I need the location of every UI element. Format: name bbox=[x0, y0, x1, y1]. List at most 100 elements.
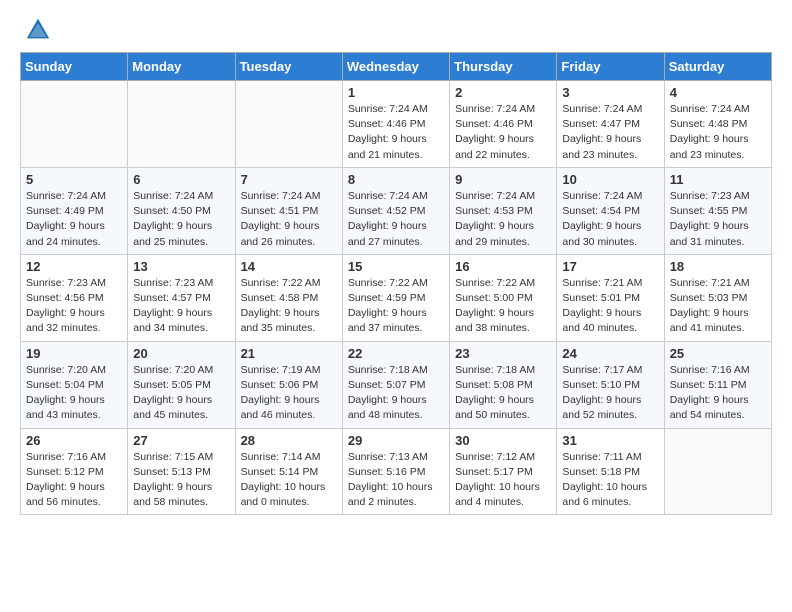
day-info: Sunrise: 7:24 AM Sunset: 4:54 PM Dayligh… bbox=[562, 189, 658, 250]
day-cell: 25Sunrise: 7:16 AM Sunset: 5:11 PM Dayli… bbox=[664, 341, 771, 428]
day-number: 18 bbox=[670, 259, 766, 274]
day-info: Sunrise: 7:23 AM Sunset: 4:57 PM Dayligh… bbox=[133, 276, 229, 337]
day-number: 4 bbox=[670, 85, 766, 100]
day-info: Sunrise: 7:18 AM Sunset: 5:08 PM Dayligh… bbox=[455, 363, 551, 424]
day-info: Sunrise: 7:17 AM Sunset: 5:10 PM Dayligh… bbox=[562, 363, 658, 424]
day-info: Sunrise: 7:18 AM Sunset: 5:07 PM Dayligh… bbox=[348, 363, 444, 424]
logo-icon bbox=[24, 16, 52, 44]
day-info: Sunrise: 7:13 AM Sunset: 5:16 PM Dayligh… bbox=[348, 450, 444, 511]
day-number: 1 bbox=[348, 85, 444, 100]
day-cell: 10 Sunrise: 7:24 AM Sunset: 4:54 PM Dayli… bbox=[557, 167, 664, 254]
day-cell: 22Sunrise: 7:18 AM Sunset: 5:07 PM Dayli… bbox=[342, 341, 449, 428]
day-cell: 11 Sunrise: 7:23 AM Sunset: 4:55 PM Dayli… bbox=[664, 167, 771, 254]
page-container: SundayMondayTuesdayWednesdayThursdayFrid… bbox=[0, 0, 792, 525]
day-cell bbox=[664, 428, 771, 515]
day-cell bbox=[21, 81, 128, 168]
day-number: 30 bbox=[455, 433, 551, 448]
day-number: 28 bbox=[241, 433, 337, 448]
day-cell: 1 Sunrise: 7:24 AM Sunset: 4:46 PM Daylig… bbox=[342, 81, 449, 168]
day-cell: 27Sunrise: 7:15 AM Sunset: 5:13 PM Dayli… bbox=[128, 428, 235, 515]
day-cell: 8 Sunrise: 7:24 AM Sunset: 4:52 PM Daylig… bbox=[342, 167, 449, 254]
day-info: Sunrise: 7:22 AM Sunset: 4:59 PM Dayligh… bbox=[348, 276, 444, 337]
day-number: 27 bbox=[133, 433, 229, 448]
day-cell: 9 Sunrise: 7:24 AM Sunset: 4:53 PM Daylig… bbox=[450, 167, 557, 254]
day-info: Sunrise: 7:12 AM Sunset: 5:17 PM Dayligh… bbox=[455, 450, 551, 511]
weekday-sunday: Sunday bbox=[21, 53, 128, 81]
day-number: 20 bbox=[133, 346, 229, 361]
day-number: 9 bbox=[455, 172, 551, 187]
day-number: 21 bbox=[241, 346, 337, 361]
header bbox=[20, 16, 772, 44]
day-number: 2 bbox=[455, 85, 551, 100]
weekday-wednesday: Wednesday bbox=[342, 53, 449, 81]
day-cell: 3 Sunrise: 7:24 AM Sunset: 4:47 PM Daylig… bbox=[557, 81, 664, 168]
week-row-1: 1 Sunrise: 7:24 AM Sunset: 4:46 PM Daylig… bbox=[21, 81, 772, 168]
day-info: Sunrise: 7:22 AM Sunset: 4:58 PM Dayligh… bbox=[241, 276, 337, 337]
day-number: 11 bbox=[670, 172, 766, 187]
day-info: Sunrise: 7:20 AM Sunset: 5:04 PM Dayligh… bbox=[26, 363, 122, 424]
day-number: 17 bbox=[562, 259, 658, 274]
day-cell: 14 Sunrise: 7:22 AM Sunset: 4:58 PM Dayli… bbox=[235, 254, 342, 341]
day-info: Sunrise: 7:24 AM Sunset: 4:46 PM Dayligh… bbox=[455, 102, 551, 163]
day-cell: 24Sunrise: 7:17 AM Sunset: 5:10 PM Dayli… bbox=[557, 341, 664, 428]
day-cell: 13 Sunrise: 7:23 AM Sunset: 4:57 PM Dayli… bbox=[128, 254, 235, 341]
day-number: 29 bbox=[348, 433, 444, 448]
day-number: 3 bbox=[562, 85, 658, 100]
day-number: 10 bbox=[562, 172, 658, 187]
day-cell: 29 Sunrise: 7:13 AM Sunset: 5:16 PM Dayli… bbox=[342, 428, 449, 515]
day-info: Sunrise: 7:19 AM Sunset: 5:06 PM Dayligh… bbox=[241, 363, 337, 424]
day-number: 19 bbox=[26, 346, 122, 361]
day-cell: 4Sunrise: 7:24 AM Sunset: 4:48 PM Daylig… bbox=[664, 81, 771, 168]
day-number: 7 bbox=[241, 172, 337, 187]
week-row-5: 26 Sunrise: 7:16 AM Sunset: 5:12 PM Dayli… bbox=[21, 428, 772, 515]
day-cell bbox=[235, 81, 342, 168]
day-number: 26 bbox=[26, 433, 122, 448]
day-number: 14 bbox=[241, 259, 337, 274]
weekday-thursday: Thursday bbox=[450, 53, 557, 81]
day-info: Sunrise: 7:24 AM Sunset: 4:47 PM Dayligh… bbox=[562, 102, 658, 163]
day-cell: 2 Sunrise: 7:24 AM Sunset: 4:46 PM Daylig… bbox=[450, 81, 557, 168]
day-cell: 7 Sunrise: 7:24 AM Sunset: 4:51 PM Daylig… bbox=[235, 167, 342, 254]
day-number: 12 bbox=[26, 259, 122, 274]
day-cell: 30 Sunrise: 7:12 AM Sunset: 5:17 PM Dayli… bbox=[450, 428, 557, 515]
day-cell: 17Sunrise: 7:21 AM Sunset: 5:01 PM Dayli… bbox=[557, 254, 664, 341]
day-number: 15 bbox=[348, 259, 444, 274]
day-info: Sunrise: 7:24 AM Sunset: 4:49 PM Dayligh… bbox=[26, 189, 122, 250]
day-cell: 6 Sunrise: 7:24 AM Sunset: 4:50 PM Daylig… bbox=[128, 167, 235, 254]
day-cell: 26 Sunrise: 7:16 AM Sunset: 5:12 PM Dayli… bbox=[21, 428, 128, 515]
calendar: SundayMondayTuesdayWednesdayThursdayFrid… bbox=[20, 52, 772, 515]
day-info: Sunrise: 7:20 AM Sunset: 5:05 PM Dayligh… bbox=[133, 363, 229, 424]
day-cell: 20 Sunrise: 7:20 AM Sunset: 5:05 PM Dayli… bbox=[128, 341, 235, 428]
day-cell: 21 Sunrise: 7:19 AM Sunset: 5:06 PM Dayli… bbox=[235, 341, 342, 428]
day-info: Sunrise: 7:24 AM Sunset: 4:51 PM Dayligh… bbox=[241, 189, 337, 250]
day-cell: 28Sunrise: 7:14 AM Sunset: 5:14 PM Dayli… bbox=[235, 428, 342, 515]
day-number: 23 bbox=[455, 346, 551, 361]
day-number: 31 bbox=[562, 433, 658, 448]
day-info: Sunrise: 7:24 AM Sunset: 4:50 PM Dayligh… bbox=[133, 189, 229, 250]
week-row-2: 5Sunrise: 7:24 AM Sunset: 4:49 PM Daylig… bbox=[21, 167, 772, 254]
day-cell: 23 Sunrise: 7:18 AM Sunset: 5:08 PM Dayli… bbox=[450, 341, 557, 428]
weekday-saturday: Saturday bbox=[664, 53, 771, 81]
day-info: Sunrise: 7:23 AM Sunset: 4:55 PM Dayligh… bbox=[670, 189, 766, 250]
day-cell: 18 Sunrise: 7:21 AM Sunset: 5:03 PM Dayli… bbox=[664, 254, 771, 341]
day-cell: 5Sunrise: 7:24 AM Sunset: 4:49 PM Daylig… bbox=[21, 167, 128, 254]
day-cell: 31Sunrise: 7:11 AM Sunset: 5:18 PM Dayli… bbox=[557, 428, 664, 515]
weekday-header-row: SundayMondayTuesdayWednesdayThursdayFrid… bbox=[21, 53, 772, 81]
weekday-tuesday: Tuesday bbox=[235, 53, 342, 81]
day-number: 6 bbox=[133, 172, 229, 187]
day-cell: 15 Sunrise: 7:22 AM Sunset: 4:59 PM Dayli… bbox=[342, 254, 449, 341]
day-number: 13 bbox=[133, 259, 229, 274]
week-row-4: 19 Sunrise: 7:20 AM Sunset: 5:04 PM Dayli… bbox=[21, 341, 772, 428]
day-info: Sunrise: 7:22 AM Sunset: 5:00 PM Dayligh… bbox=[455, 276, 551, 337]
weekday-friday: Friday bbox=[557, 53, 664, 81]
day-info: Sunrise: 7:24 AM Sunset: 4:53 PM Dayligh… bbox=[455, 189, 551, 250]
day-number: 8 bbox=[348, 172, 444, 187]
day-info: Sunrise: 7:16 AM Sunset: 5:12 PM Dayligh… bbox=[26, 450, 122, 511]
weekday-monday: Monday bbox=[128, 53, 235, 81]
day-info: Sunrise: 7:21 AM Sunset: 5:03 PM Dayligh… bbox=[670, 276, 766, 337]
day-info: Sunrise: 7:23 AM Sunset: 4:56 PM Dayligh… bbox=[26, 276, 122, 337]
logo bbox=[20, 16, 52, 44]
day-info: Sunrise: 7:24 AM Sunset: 4:46 PM Dayligh… bbox=[348, 102, 444, 163]
day-info: Sunrise: 7:24 AM Sunset: 4:52 PM Dayligh… bbox=[348, 189, 444, 250]
day-number: 25 bbox=[670, 346, 766, 361]
